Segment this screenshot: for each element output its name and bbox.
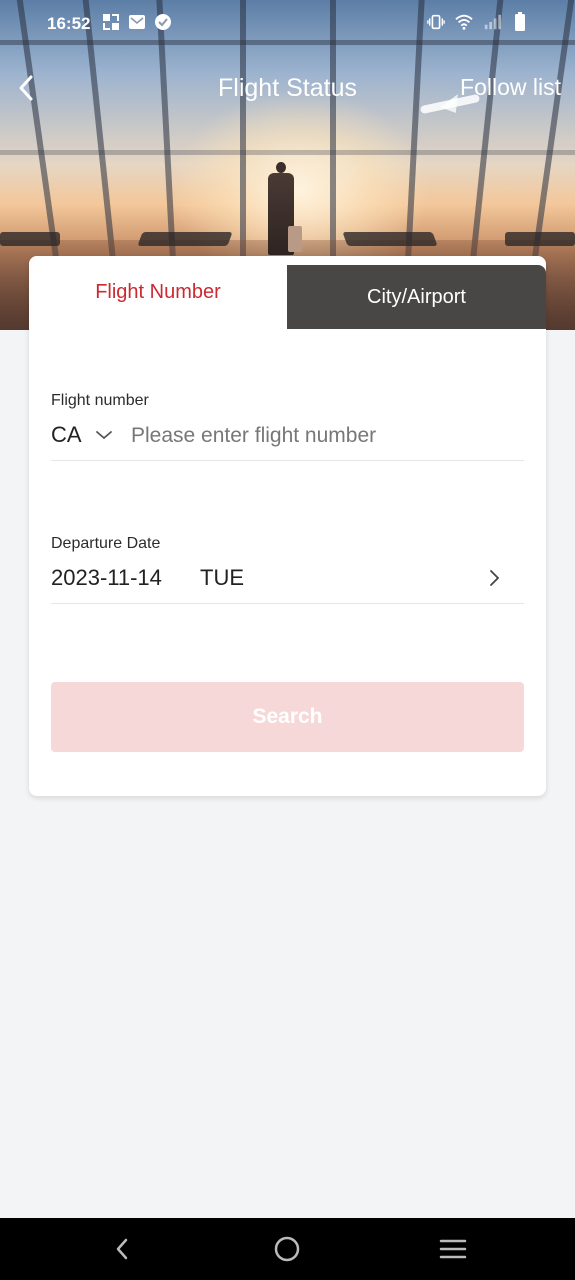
tab-flight-number[interactable]: Flight Number	[29, 256, 287, 329]
nav-home-icon[interactable]	[272, 1234, 302, 1264]
check-circle-icon	[154, 13, 172, 31]
vibrate-icon	[427, 13, 445, 31]
departure-date-label: Departure Date	[51, 535, 161, 552]
flight-number-input[interactable]	[131, 418, 511, 454]
departure-date-value: 2023-11-14	[51, 565, 162, 590]
nav-back-icon[interactable]	[107, 1234, 137, 1264]
search-button[interactable]: Search	[51, 682, 524, 752]
wifi-icon	[455, 13, 473, 31]
status-time: 16:52	[47, 14, 91, 33]
departure-weekday: TUE	[200, 565, 244, 590]
flight-number-row: CA	[51, 416, 524, 461]
chevron-down-icon[interactable]	[95, 428, 113, 446]
status-bar: 16:52	[0, 0, 575, 46]
search-card: Flight Number City/Airport Flight number…	[29, 256, 546, 796]
follow-list-link[interactable]: Follow list	[460, 74, 561, 101]
departure-date-row[interactable]: 2023-11-14 TUE	[51, 559, 524, 604]
mail-icon	[128, 13, 146, 31]
flight-number-label: Flight number	[51, 392, 149, 409]
header: Flight Status Follow list	[0, 62, 575, 116]
nav-menu-icon[interactable]	[438, 1234, 468, 1264]
battery-icon	[511, 12, 529, 31]
tab-city-airport[interactable]: City/Airport	[287, 265, 546, 329]
system-nav-bar	[0, 1218, 575, 1280]
signal-icon	[483, 13, 501, 31]
chevron-right-icon	[488, 569, 500, 592]
app-switch-icon	[102, 13, 120, 31]
carrier-selector[interactable]: CA	[51, 422, 82, 448]
